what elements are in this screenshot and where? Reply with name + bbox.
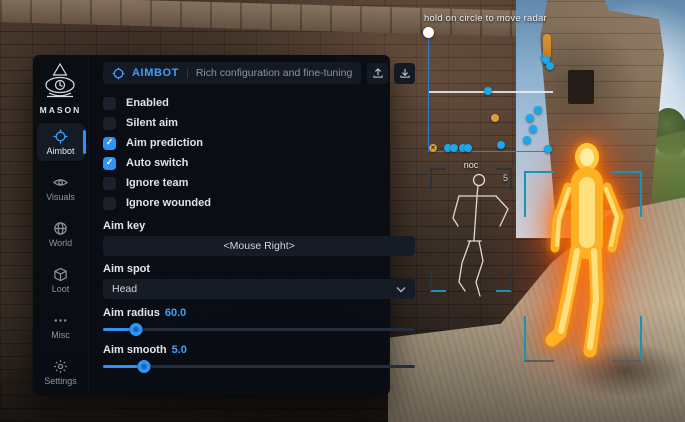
slider-value: 5.0 (172, 344, 187, 356)
aim-smooth-slider[interactable] (103, 359, 415, 373)
radar-dot-blue (464, 144, 472, 152)
esp-bracket-corner (612, 316, 642, 362)
slider-value: 60.0 (165, 307, 186, 319)
checkbox-label: Auto switch (126, 157, 188, 169)
checkbox-silent-aim[interactable]: Silent aim (103, 113, 415, 133)
sidebar-item-label: Settings (44, 376, 77, 386)
radar-dot-blue (450, 144, 458, 152)
radar-drag-handle[interactable] (423, 27, 434, 38)
slider-track[interactable] (103, 328, 415, 331)
header-separator: | (186, 67, 189, 79)
radar-dot-blue (497, 141, 505, 149)
checkbox-auto-switch[interactable]: Auto switch (103, 153, 415, 173)
checkbox-label: Ignore team (126, 177, 188, 189)
sidebar-item-settings[interactable]: Settings (37, 353, 85, 391)
brand-name: MASON (40, 105, 82, 115)
slider-thumb[interactable] (130, 323, 143, 336)
radar-dot-blue (523, 136, 531, 144)
sidebar-item-visuals[interactable]: Visuals (37, 169, 85, 207)
esp-bracket-corner (612, 171, 642, 217)
radar-dot-blue (526, 114, 534, 122)
export-config-button[interactable] (367, 63, 388, 84)
tab-header-field: AIMBOT | Rich configuration and fine-tun… (103, 62, 361, 84)
upload-icon (372, 67, 384, 79)
checkbox-box[interactable] (103, 97, 116, 110)
checkbox-label: Ignore wounded (126, 197, 211, 209)
eye-icon (53, 175, 68, 190)
gear-icon (53, 359, 68, 374)
aim-key-label: Aim key (103, 220, 415, 232)
sidebar: MASON Aimbot Visuals (33, 55, 89, 395)
checkbox-label: Enabled (126, 97, 169, 109)
aim-smooth-label-row: Aim smooth 5.0 (103, 344, 415, 356)
ellipsis-icon (53, 313, 68, 328)
sidebar-item-label: World (49, 238, 72, 248)
aim-spot-select[interactable]: Head (103, 279, 415, 299)
download-icon (399, 67, 411, 79)
radar-dot-orange (491, 114, 499, 122)
radar-tooltip: hold on circle to move radar (424, 13, 547, 24)
skeleton-esp (432, 170, 514, 298)
checkbox-box[interactable] (103, 137, 116, 150)
radar-dot-blue (544, 145, 552, 153)
checkbox-box[interactable] (103, 157, 116, 170)
checkbox-label: Silent aim (126, 117, 178, 129)
aim-radius-label-row: Aim radius 60.0 (103, 307, 415, 319)
aim-spot-value: Head (112, 283, 137, 295)
slider-label: Aim smooth (103, 344, 167, 356)
menu-content: AIMBOT | Rich configuration and fine-tun… (89, 55, 430, 395)
checkbox-ignore-wounded[interactable]: Ignore wounded (103, 193, 415, 213)
menu-header: AIMBOT | Rich configuration and fine-tun… (103, 62, 415, 84)
checkbox-label: Aim prediction (126, 137, 203, 149)
checkbox-list: Enabled Silent aim Aim prediction Auto s… (103, 93, 415, 213)
sidebar-item-misc[interactable]: Misc (37, 307, 85, 345)
radar-dot-blue (534, 106, 542, 114)
tab-subtitle: Rich configuration and fine-tuning (196, 67, 352, 79)
sidebar-item-label: Visuals (46, 192, 75, 202)
radar-dot-blue (484, 87, 492, 95)
radar-dot-blue (529, 125, 537, 133)
checkbox-aim-prediction[interactable]: Aim prediction (103, 133, 415, 153)
checkbox-ignore-team[interactable]: Ignore team (103, 173, 415, 193)
eye-logo-icon (41, 62, 79, 102)
sidebar-item-label: Misc (51, 330, 70, 340)
slider-label: Aim radius (103, 307, 160, 319)
sidebar-item-label: Loot (52, 284, 70, 294)
tab-title: AIMBOT (132, 67, 179, 79)
aim-spot-label: Aim spot (103, 263, 415, 275)
globe-icon (53, 221, 68, 236)
aim-key-button[interactable]: <Mouse Right> (103, 236, 415, 256)
chevron-down-icon (396, 286, 406, 293)
sidebar-item-label: Aimbot (46, 146, 74, 156)
cheat-menu-window: MASON Aimbot Visuals (33, 55, 390, 395)
world-marker-dot (546, 62, 554, 70)
checkbox-box[interactable] (103, 197, 116, 210)
esp-bracket-corner (524, 316, 554, 362)
game-scene: noc 5 hold on circle to move radar (0, 0, 685, 422)
aim-radius-block: Aim radius 60.0 (103, 307, 415, 336)
crosshair-icon (53, 129, 68, 144)
sidebar-item-aimbot[interactable]: Aimbot (37, 123, 85, 161)
brand-logo: MASON (40, 62, 82, 115)
import-config-button[interactable] (394, 63, 415, 84)
aim-smooth-block: Aim smooth 5.0 (103, 344, 415, 373)
sidebar-item-world[interactable]: World (37, 215, 85, 253)
checkbox-box[interactable] (103, 177, 116, 190)
checkbox-box[interactable] (103, 117, 116, 130)
aim-target-icon (112, 67, 125, 80)
checkbox-enabled[interactable]: Enabled (103, 93, 415, 113)
sidebar-item-loot[interactable]: Loot (37, 261, 85, 299)
crate-icon (53, 267, 68, 282)
radar (428, 33, 553, 152)
esp-bracket-corner (524, 171, 554, 217)
aim-radius-slider[interactable] (103, 322, 415, 336)
slider-thumb[interactable] (137, 360, 150, 373)
